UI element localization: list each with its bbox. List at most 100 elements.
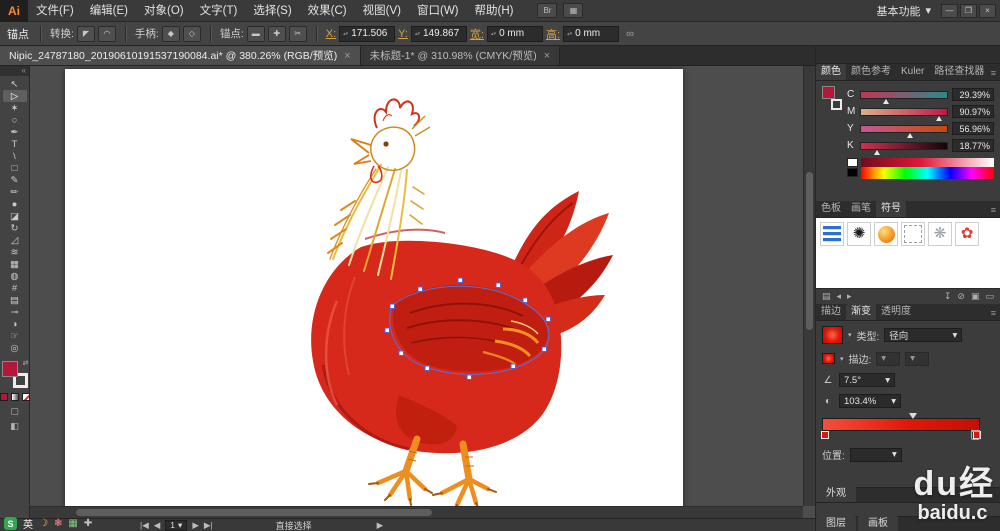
eyedropper-tool[interactable]: ⊸	[3, 306, 27, 318]
spinner-icon[interactable]: ▴▾	[343, 31, 348, 36]
pen-tool[interactable]: ✒	[3, 126, 27, 138]
direct-selection-tool[interactable]: ▷	[2, 90, 27, 102]
paintbrush-tool[interactable]: ✎	[3, 174, 27, 186]
mesh-tool[interactable]: #	[3, 282, 27, 294]
spinner-icon[interactable]: ▴▾	[415, 31, 420, 36]
show-handles-icon[interactable]: ◆	[161, 25, 180, 42]
tab-color-2[interactable]: Kuler	[896, 64, 929, 80]
hand-tool[interactable]: ☞	[3, 330, 27, 342]
magic-wand-tool[interactable]: ✶	[3, 102, 27, 114]
gradient-tool[interactable]: ▤	[3, 294, 27, 306]
channel-slider-c[interactable]	[860, 90, 948, 104]
selection-tool[interactable]: ↖	[3, 78, 27, 90]
gradient-type-select[interactable]: 径向 ▾	[884, 328, 963, 342]
gradient-midpoint-icon[interactable]	[908, 413, 917, 419]
draw-mode-icon[interactable]: ▢	[10, 406, 19, 417]
zoom-tool[interactable]: ◎	[3, 342, 27, 354]
delete-stop-icon[interactable]	[971, 430, 980, 440]
color-spectrum-bar[interactable]	[861, 167, 994, 179]
add-anchor-icon[interactable]: ✚	[267, 25, 286, 42]
stroke-option-2[interactable]: ▾	[905, 351, 930, 366]
panel-menu-icon[interactable]: ≡	[991, 205, 1000, 217]
minimize-button[interactable]: —	[941, 3, 958, 18]
restore-button[interactable]: ❐	[960, 3, 977, 18]
chevron-down-icon[interactable]: ▾	[840, 355, 844, 363]
red-ramp-bar[interactable]	[861, 158, 994, 167]
tab-swatch-2[interactable]: 符号	[876, 201, 906, 217]
prev-artboard-icon[interactable]: ◀	[154, 520, 161, 531]
remove-anchor-icon[interactable]: ▬	[246, 25, 265, 42]
gradient-angle-select[interactable]: 7.5° ▾	[839, 373, 895, 387]
ime-moon-icon[interactable]: ☽	[39, 517, 48, 530]
color-mode-icon[interactable]	[0, 393, 8, 401]
workspace-switcher[interactable]: 基本功能 ▾	[866, 3, 941, 19]
eraser-tool[interactable]: ◪	[3, 210, 27, 222]
stroke-proxy-swatch[interactable]	[831, 99, 842, 110]
menu-item-2[interactable]: 对象(O)	[136, 0, 192, 22]
tab-close-icon[interactable]: ×	[544, 50, 550, 62]
none-mode-icon[interactable]	[21, 393, 30, 401]
gradient-menu-icon[interactable]: ▾	[848, 331, 852, 339]
horizontal-scrollbar[interactable]	[30, 506, 803, 518]
ime-language-indicator[interactable]: 英	[23, 516, 33, 531]
fill-swatch[interactable]	[1, 361, 18, 377]
gradient-aspect-select[interactable]: 103.4% ▾	[839, 394, 901, 408]
tab-gradient-2[interactable]: 透明度	[876, 304, 916, 320]
gradient-swatch[interactable]	[822, 326, 843, 344]
gradient-stop-left[interactable]	[821, 431, 829, 439]
horizontal-scroll-thumb[interactable]	[76, 509, 432, 516]
tab-artboards[interactable]: 画板	[858, 516, 898, 531]
document-tab[interactable]: 未标题-1* @ 310.98% (CMYK/预览) ×	[360, 46, 561, 65]
pencil-tool[interactable]: ✏	[3, 186, 27, 198]
rotate-tool[interactable]: ↻	[3, 222, 27, 234]
menu-item-6[interactable]: 视图(V)	[355, 0, 409, 22]
menu-item-3[interactable]: 文字(T)	[192, 0, 246, 22]
delete-symbol-icon[interactable]: ▭	[985, 291, 994, 302]
white-swatch[interactable]	[847, 158, 858, 167]
symbol-empty-dashed[interactable]	[901, 222, 925, 246]
lasso-tool[interactable]: ○	[3, 114, 27, 126]
next-page-icon[interactable]: ▸	[847, 291, 852, 302]
status-menu-icon[interactable]: ▶	[377, 520, 384, 531]
document-tab[interactable]: Nipic_24787180_20190610191537190084.ai* …	[0, 46, 361, 65]
convert-to-smooth-icon[interactable]: ◠	[97, 25, 116, 42]
panel-menu-icon[interactable]: ≡	[991, 308, 1000, 320]
cut-path-icon[interactable]: ✂	[288, 25, 307, 42]
symbol-gray-flower[interactable]: ❋	[928, 222, 952, 246]
gradient-mode-icon[interactable]	[10, 393, 19, 401]
vertical-scrollbar[interactable]	[803, 66, 815, 506]
first-artboard-icon[interactable]: |◀	[140, 520, 149, 531]
blend-tool[interactable]: ◑	[3, 318, 27, 330]
stroke-option-1[interactable]: ▾	[876, 351, 901, 366]
next-artboard-icon[interactable]: ▶	[192, 520, 199, 531]
symbol-blue-stripes[interactable]	[820, 222, 844, 246]
ime-board-icon[interactable]: ▦	[68, 517, 77, 530]
free-transform-tool[interactable]: ▦	[3, 258, 27, 270]
blob-brush-tool[interactable]: ●	[3, 198, 27, 210]
convert-to-corner-icon[interactable]: ◤	[76, 25, 95, 42]
channel-slider-m[interactable]	[860, 107, 948, 121]
ime-toolbar[interactable]: S 英 ☽ ❃ ▦ ✚	[4, 516, 92, 531]
artboard-number-select[interactable]: 1 ▾	[165, 519, 188, 531]
menu-item-5[interactable]: 效果(C)	[300, 0, 355, 22]
color-fill-stroke-proxy[interactable]	[822, 86, 842, 110]
channel-value-c[interactable]: 29.39%	[952, 88, 994, 101]
black-swatch[interactable]	[847, 168, 858, 177]
symbol-ink-splat[interactable]: ✺	[847, 222, 871, 246]
channel-value-y[interactable]: 56.96%	[952, 122, 994, 135]
tab-gradient-0[interactable]: 描边	[816, 304, 846, 320]
type-tool[interactable]: T	[3, 138, 27, 150]
menu-item-7[interactable]: 窗口(W)	[409, 0, 467, 22]
screen-mode-icon[interactable]: ◧	[10, 421, 19, 432]
tab-gradient-1[interactable]: 渐变	[846, 304, 876, 320]
width-field[interactable]: ▴▾ 0 mm	[487, 25, 544, 42]
gradient-ramp[interactable]	[821, 413, 981, 440]
channel-value-k[interactable]: 18.77%	[952, 139, 994, 152]
bridge-icon[interactable]: Br	[537, 3, 558, 18]
new-symbol-icon[interactable]: ▣	[971, 291, 980, 302]
channel-value-m[interactable]: 90.97%	[952, 105, 994, 118]
gradient-fill-proxy[interactable]	[822, 353, 835, 364]
panel-menu-icon[interactable]: ≡	[991, 68, 1000, 80]
close-button[interactable]: ×	[979, 3, 996, 18]
hide-handles-icon[interactable]: ◇	[182, 25, 201, 42]
